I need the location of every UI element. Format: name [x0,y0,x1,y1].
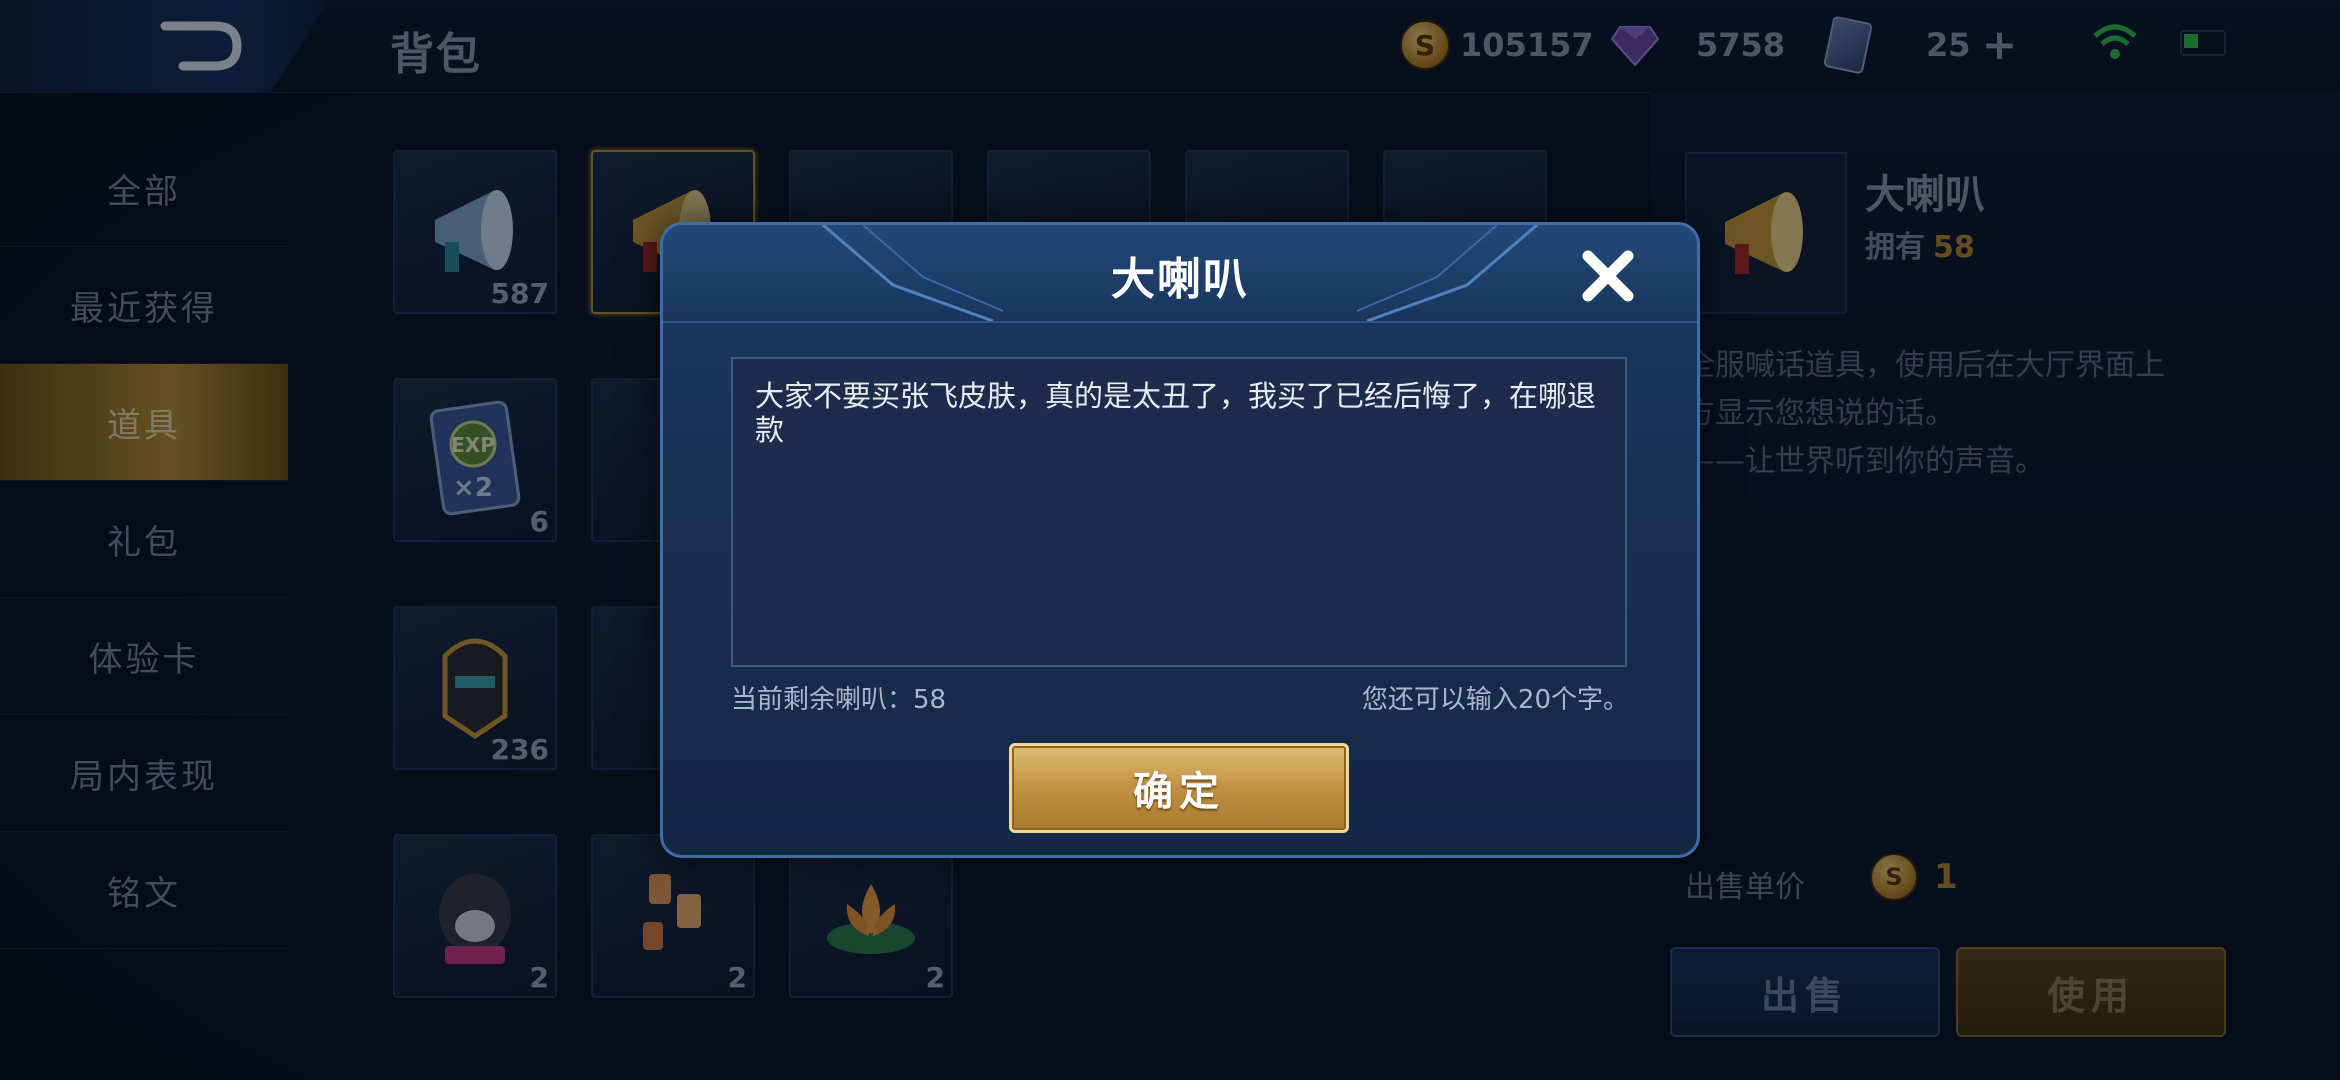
remaining-horns-label: 当前剩余喇叭：58 [731,685,947,715]
horn-message-dialog: 大喇叭 大家不要买张飞皮肤，真的是太丑了，我买了已经后悔了，在哪退款 当前剩余喇… [660,222,1700,858]
close-icon [1582,250,1634,302]
message-input[interactable]: 大家不要买张飞皮肤，真的是太丑了，我买了已经后悔了，在哪退款 [731,357,1627,667]
close-button[interactable] [1575,243,1641,309]
dialog-header: 大喇叭 [663,225,1697,323]
confirm-button[interactable]: 确定 [1009,743,1349,833]
character-limit-label: 您还可以输入20个字。 [1361,685,1629,715]
dialog-title: 大喇叭 [1111,254,1249,305]
